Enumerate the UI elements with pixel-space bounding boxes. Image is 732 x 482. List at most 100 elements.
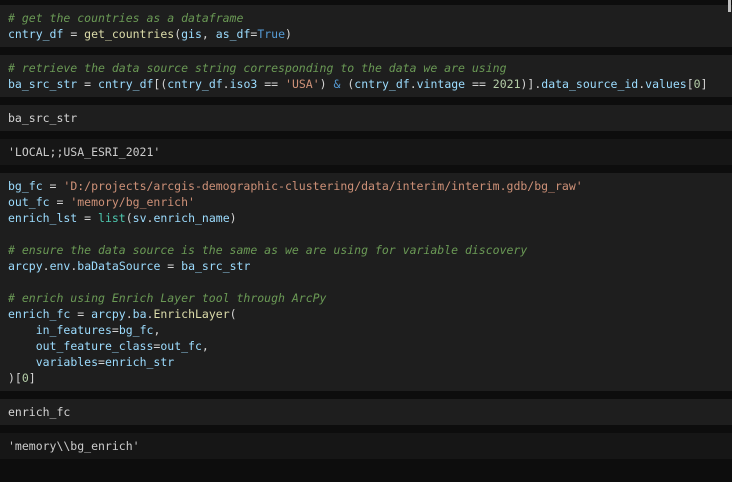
code-cell[interactable]: ba_src_str xyxy=(0,105,732,131)
token-op: . xyxy=(126,307,133,321)
token-op: = xyxy=(77,211,98,225)
token-str: 'memory/bg_enrich' xyxy=(70,195,195,209)
token-out: 'LOCAL;;USA_ESRI_2021' xyxy=(8,145,160,159)
token-op: ) xyxy=(320,77,334,91)
token-v: ba xyxy=(133,307,147,321)
token-fn: EnrichLayer xyxy=(153,307,229,321)
token-cls: list xyxy=(98,211,126,225)
code-cell[interactable]: bg_fc = 'D:/projects/arcgis-demographic-… xyxy=(0,173,732,391)
token-v: data_source_id xyxy=(541,77,638,91)
token-op: = xyxy=(63,27,84,41)
code-line: in_features=bg_fc, xyxy=(8,322,724,338)
token-v: enrich_lst xyxy=(8,211,77,225)
code-line: # retrieve the data source string corres… xyxy=(8,60,724,76)
token-op: = xyxy=(98,355,105,369)
token-num: 0 xyxy=(694,77,701,91)
output-line: 'LOCAL;;USA_ESRI_2021' xyxy=(8,144,724,160)
token-v: enrich_str xyxy=(105,355,174,369)
token-op: ( xyxy=(126,211,133,225)
code-cell[interactable]: # get the countries as a dataframe cntry_… xyxy=(0,5,732,47)
token-kw: True xyxy=(257,27,285,41)
token-v: out_fc xyxy=(8,195,50,209)
code-line: # get the countries as a dataframe xyxy=(8,10,724,26)
token-v: variables xyxy=(36,355,98,369)
token-v: cntry_df xyxy=(98,77,153,91)
code-line: out_feature_class=out_fc, xyxy=(8,338,724,354)
code-line: variables=enrich_str xyxy=(8,354,724,370)
token-v: ba_src_str xyxy=(181,259,250,273)
token-op: = xyxy=(77,77,98,91)
token-v: values xyxy=(645,77,687,91)
token-op xyxy=(8,323,36,337)
code-line: # ensure the data source is the same as … xyxy=(8,242,724,258)
token-v: cntry_df xyxy=(167,77,222,91)
token-v: enrich_fc xyxy=(8,307,70,321)
token-op: )[ xyxy=(8,371,22,385)
token-cm: # retrieve the data source string corres… xyxy=(8,61,507,75)
token-op: == xyxy=(257,77,285,91)
token-op: = xyxy=(70,307,91,321)
code-line: enrich_fc = arcpy.ba.EnrichLayer( xyxy=(8,306,724,322)
token-op: . xyxy=(410,77,417,91)
token-v: arcpy xyxy=(8,259,43,273)
token-v: bg_fc xyxy=(119,323,154,337)
token-op: )]. xyxy=(521,77,542,91)
token-fn: get_countries xyxy=(84,27,174,41)
token-op: == xyxy=(465,77,493,91)
token-op xyxy=(8,355,36,369)
token-v: arcpy xyxy=(91,307,126,321)
token-pl: ba_src_str xyxy=(8,111,77,125)
token-v: out_fc xyxy=(160,339,202,353)
token-op: ) xyxy=(285,27,292,41)
code-line: # enrich using Enrich Layer tool through… xyxy=(8,290,724,306)
token-op: , xyxy=(202,339,209,353)
token-v: sv xyxy=(133,211,147,225)
code-cell[interactable]: enrich_fc xyxy=(0,399,732,425)
token-v: env xyxy=(50,259,71,273)
token-v: baDataSource xyxy=(77,259,160,273)
token-v: in_features xyxy=(36,323,112,337)
code-line: )[0] xyxy=(8,370,724,386)
token-op: ( xyxy=(230,307,237,321)
token-v: as_df xyxy=(216,27,251,41)
code-line xyxy=(8,274,724,290)
token-v: bg_fc xyxy=(8,179,43,193)
token-op xyxy=(8,339,36,353)
token-v: cntry_df xyxy=(8,27,63,41)
code-line: ba_src_str = cntry_df[(cntry_df.iso3 == … xyxy=(8,76,724,92)
scrollbar-thumb[interactable] xyxy=(728,0,731,12)
token-op: ] xyxy=(701,77,708,91)
code-line xyxy=(8,226,724,242)
token-str: 'USA' xyxy=(285,77,320,91)
output-cell: 'memory\\bg_enrich' xyxy=(0,433,732,459)
output-cell: 'LOCAL;;USA_ESRI_2021' xyxy=(0,139,732,165)
token-op: [ xyxy=(687,77,694,91)
token-op: , xyxy=(202,27,216,41)
output-line: 'memory\\bg_enrich' xyxy=(8,438,724,454)
token-op: [( xyxy=(153,77,167,91)
token-cm: # get the countries as a dataframe xyxy=(8,11,243,25)
token-op: ] xyxy=(29,371,36,385)
token-cm: # ensure the data source is the same as … xyxy=(8,243,527,257)
token-op: = xyxy=(112,323,119,337)
code-line: enrich_fc xyxy=(8,404,724,420)
code-line: out_fc = 'memory/bg_enrich' xyxy=(8,194,724,210)
token-op: , xyxy=(153,323,160,337)
notebook: # get the countries as a dataframe cntry_… xyxy=(0,0,732,459)
token-v: cntry_df xyxy=(354,77,409,91)
token-str: 'D:/projects/arcgis-demographic-clusteri… xyxy=(63,179,582,193)
code-cell[interactable]: # retrieve the data source string corres… xyxy=(0,55,732,97)
code-line: arcpy.env.baDataSource = ba_src_str xyxy=(8,258,724,274)
token-v: gis xyxy=(181,27,202,41)
token-v: iso3 xyxy=(230,77,258,91)
token-op: . xyxy=(43,259,50,273)
token-op: = xyxy=(160,259,181,273)
code-line: cntry_df = get_countries(gis, as_df=True… xyxy=(8,26,724,42)
token-op: ( xyxy=(340,77,354,91)
token-num: 2021 xyxy=(493,77,521,91)
token-num: 0 xyxy=(22,371,29,385)
token-out: 'memory\\bg_enrich' xyxy=(8,439,140,453)
token-op: = xyxy=(43,179,64,193)
token-v: vintage xyxy=(417,77,465,91)
code-line: bg_fc = 'D:/projects/arcgis-demographic-… xyxy=(8,178,724,194)
